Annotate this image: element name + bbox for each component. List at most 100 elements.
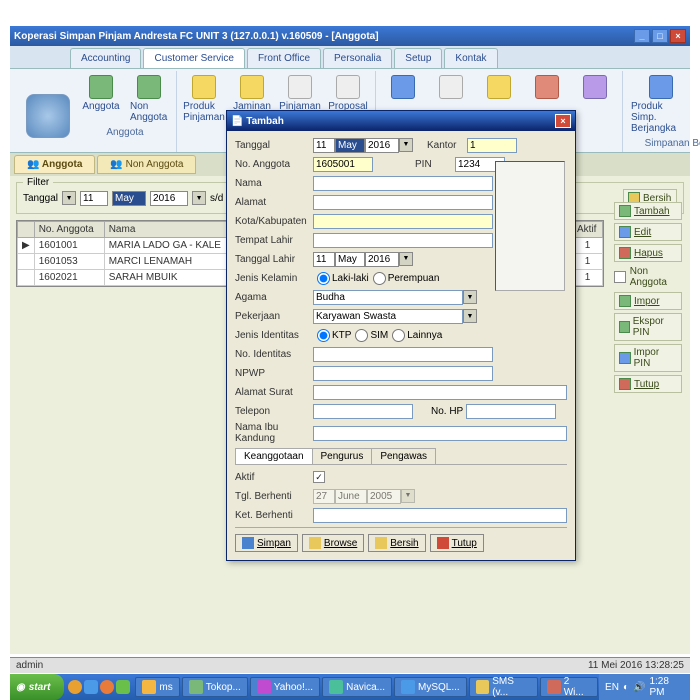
- agama-select[interactable]: [313, 290, 463, 305]
- taskbar-item[interactable]: Tokop...: [182, 677, 248, 697]
- edit-button[interactable]: Edit: [614, 223, 682, 241]
- kantor-input[interactable]: [467, 138, 517, 153]
- chevron-down-icon[interactable]: ▼: [192, 191, 206, 205]
- impor-button[interactable]: Impor: [614, 292, 682, 310]
- tab-accounting[interactable]: Accounting: [70, 48, 141, 68]
- nama-ibu-input[interactable]: [313, 426, 567, 441]
- taskbar-item[interactable]: ms: [135, 677, 179, 697]
- taskbar-item[interactable]: SMS (v...: [469, 677, 538, 697]
- tanggal-date-input[interactable]: ▼: [313, 138, 413, 153]
- dialog-titlebar[interactable]: 📄 Tambah ×: [227, 111, 575, 131]
- quicklaunch-icon[interactable]: [84, 680, 98, 694]
- tray-language[interactable]: EN: [605, 682, 619, 693]
- status-user: admin: [16, 660, 43, 671]
- doctab-non-anggota[interactable]: 👥 Non Anggota: [97, 155, 196, 174]
- start-button[interactable]: ◉ start: [10, 674, 64, 700]
- laki-radio[interactable]: [317, 272, 330, 285]
- npwp-input[interactable]: [313, 366, 493, 381]
- filter-tanggal-label: Tanggal: [23, 193, 58, 204]
- filter-day-from[interactable]: [80, 191, 108, 206]
- tab-customer-service[interactable]: Customer Service: [143, 48, 244, 68]
- alamat-surat-input[interactable]: [313, 385, 567, 400]
- simpan-button[interactable]: Simpan: [235, 534, 298, 552]
- non-anggota-checkbox[interactable]: Non Anggota: [614, 266, 686, 288]
- quicklaunch-icon[interactable]: [68, 680, 82, 694]
- system-tray: EN ◐ 🔊 1:28 PM: [599, 674, 690, 700]
- lainnya-radio[interactable]: [392, 329, 405, 342]
- dialog-title: Tambah: [246, 116, 284, 127]
- maximize-button[interactable]: □: [652, 29, 668, 43]
- tab-front-office[interactable]: Front Office: [247, 48, 321, 68]
- nama-input[interactable]: [313, 176, 493, 191]
- impor-pin-button[interactable]: Impor PIN: [614, 344, 682, 372]
- perempuan-radio[interactable]: [373, 272, 386, 285]
- doctab-anggota[interactable]: 👥 Anggota: [14, 155, 95, 174]
- ktp-radio[interactable]: [317, 329, 330, 342]
- browse-button[interactable]: Browse: [302, 534, 364, 552]
- app-orb-button[interactable]: [26, 94, 70, 138]
- close-button[interactable]: ×: [670, 29, 686, 43]
- filter-legend: Filter: [23, 177, 53, 188]
- tab-kontak[interactable]: Kontak: [444, 48, 497, 68]
- tray-icon[interactable]: 🔊: [633, 682, 645, 693]
- ribbon-anggota[interactable]: Anggota: [80, 73, 122, 125]
- filter-year-from[interactable]: [150, 191, 188, 206]
- tab-keanggotaan[interactable]: Keanggotaan: [235, 448, 313, 464]
- tab-pengurus[interactable]: Pengurus: [312, 448, 373, 464]
- quicklaunch-icon[interactable]: [116, 680, 130, 694]
- alamat-input[interactable]: [313, 195, 493, 210]
- dialog-close-button[interactable]: ×: [555, 114, 571, 128]
- tutup-button[interactable]: Tutup: [614, 375, 682, 393]
- col-aktif[interactable]: Aktif: [573, 222, 603, 238]
- dialog-tabs: Keanggotaan Pengurus Pengawas: [235, 448, 567, 465]
- col-no-anggota[interactable]: No. Anggota: [34, 222, 104, 238]
- taskbar-item[interactable]: Navica...: [322, 677, 392, 697]
- ribbon-tool-warning[interactable]: [478, 73, 520, 103]
- ket-berhenti-input[interactable]: [313, 508, 567, 523]
- ribbon-tool-1[interactable]: [382, 73, 424, 103]
- taskbar: ◉ start ms Tokop... Yahoo!... Navica... …: [10, 674, 690, 700]
- dialog-bersih-button[interactable]: Bersih: [368, 534, 425, 552]
- quicklaunch-icon[interactable]: [100, 680, 114, 694]
- kota-input[interactable]: [313, 214, 493, 229]
- ribbon-produk-simp-berjangka[interactable]: Produk Simp. Berjangka: [629, 73, 693, 136]
- tambah-dialog: 📄 Tambah × Tanggal ▼ Kantor No. Anggota …: [226, 110, 576, 561]
- taskbar-item[interactable]: Yahoo!...: [250, 677, 320, 697]
- dialog-tutup-button[interactable]: Tutup: [430, 534, 484, 552]
- filter-sd-label: s/d: [210, 193, 223, 204]
- app-titlebar: Koperasi Simpan Pinjam Andresta FC UNIT …: [10, 26, 690, 46]
- ribbon-tabs: Accounting Customer Service Front Office…: [10, 46, 690, 69]
- tempat-lahir-input[interactable]: [313, 233, 493, 248]
- tab-pengawas[interactable]: Pengawas: [371, 448, 436, 464]
- filter-dropdown-icon[interactable]: ▼: [62, 191, 76, 205]
- action-panel: Tambah Edit Hapus Non Anggota Impor Eksp…: [614, 202, 686, 396]
- status-bar: admin 11 Mei 2016 13:28:25: [10, 657, 690, 673]
- tambah-button[interactable]: Tambah: [614, 202, 682, 220]
- tray-icon[interactable]: ◐: [623, 682, 629, 693]
- pekerjaan-select[interactable]: [313, 309, 463, 324]
- telepon-input[interactable]: [313, 404, 413, 419]
- aktif-checkbox[interactable]: ✓: [313, 471, 325, 483]
- tray-clock[interactable]: 1:28 PM: [649, 676, 684, 698]
- photo-placeholder[interactable]: [495, 161, 565, 291]
- ribbon-non-anggota[interactable]: Non Anggota: [128, 73, 170, 125]
- taskbar-item[interactable]: 2 Wi...: [540, 677, 598, 697]
- tab-setup[interactable]: Setup: [394, 48, 442, 68]
- filter-month-from[interactable]: [112, 191, 146, 206]
- no-identitas-input[interactable]: [313, 347, 493, 362]
- tab-personalia[interactable]: Personalia: [323, 48, 392, 68]
- ekspor-pin-button[interactable]: Ekspor PIN: [614, 313, 682, 341]
- ribbon-produk-pinjaman[interactable]: Produk Pinjaman: [183, 73, 225, 125]
- ribbon-tool-4[interactable]: [526, 73, 568, 103]
- tgl-berhenti-input: ▼: [313, 489, 415, 504]
- taskbar-item[interactable]: MySQL...: [394, 677, 467, 697]
- ribbon-tool-5[interactable]: [574, 73, 616, 103]
- minimize-button[interactable]: _: [634, 29, 650, 43]
- ribbon-tool-2[interactable]: [430, 73, 472, 103]
- app-title: Koperasi Simpan Pinjam Andresta FC UNIT …: [14, 31, 379, 42]
- no-hp-input[interactable]: [466, 404, 556, 419]
- hapus-button[interactable]: Hapus: [614, 244, 682, 262]
- sim-radio[interactable]: [355, 329, 368, 342]
- tanggal-lahir-input[interactable]: ▼: [313, 252, 413, 267]
- no-anggota-input[interactable]: [313, 157, 373, 172]
